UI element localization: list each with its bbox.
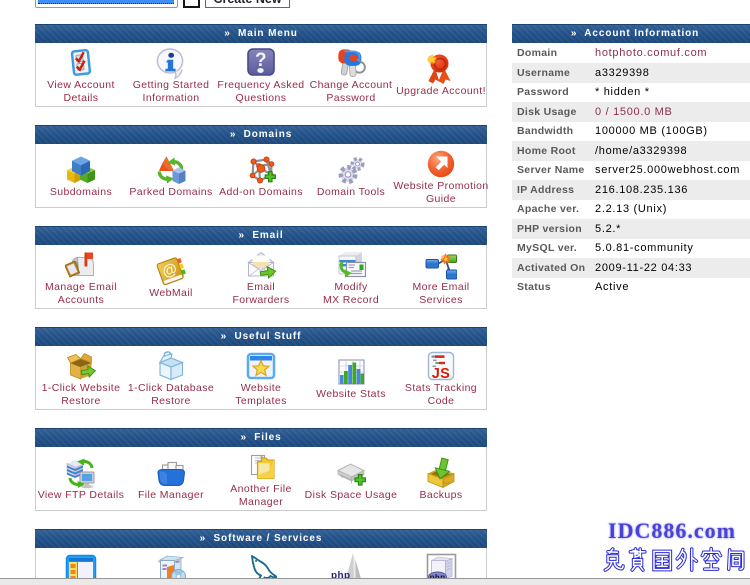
svg-text:JS: JS <box>432 366 451 382</box>
svg-text:?: ? <box>255 50 267 71</box>
